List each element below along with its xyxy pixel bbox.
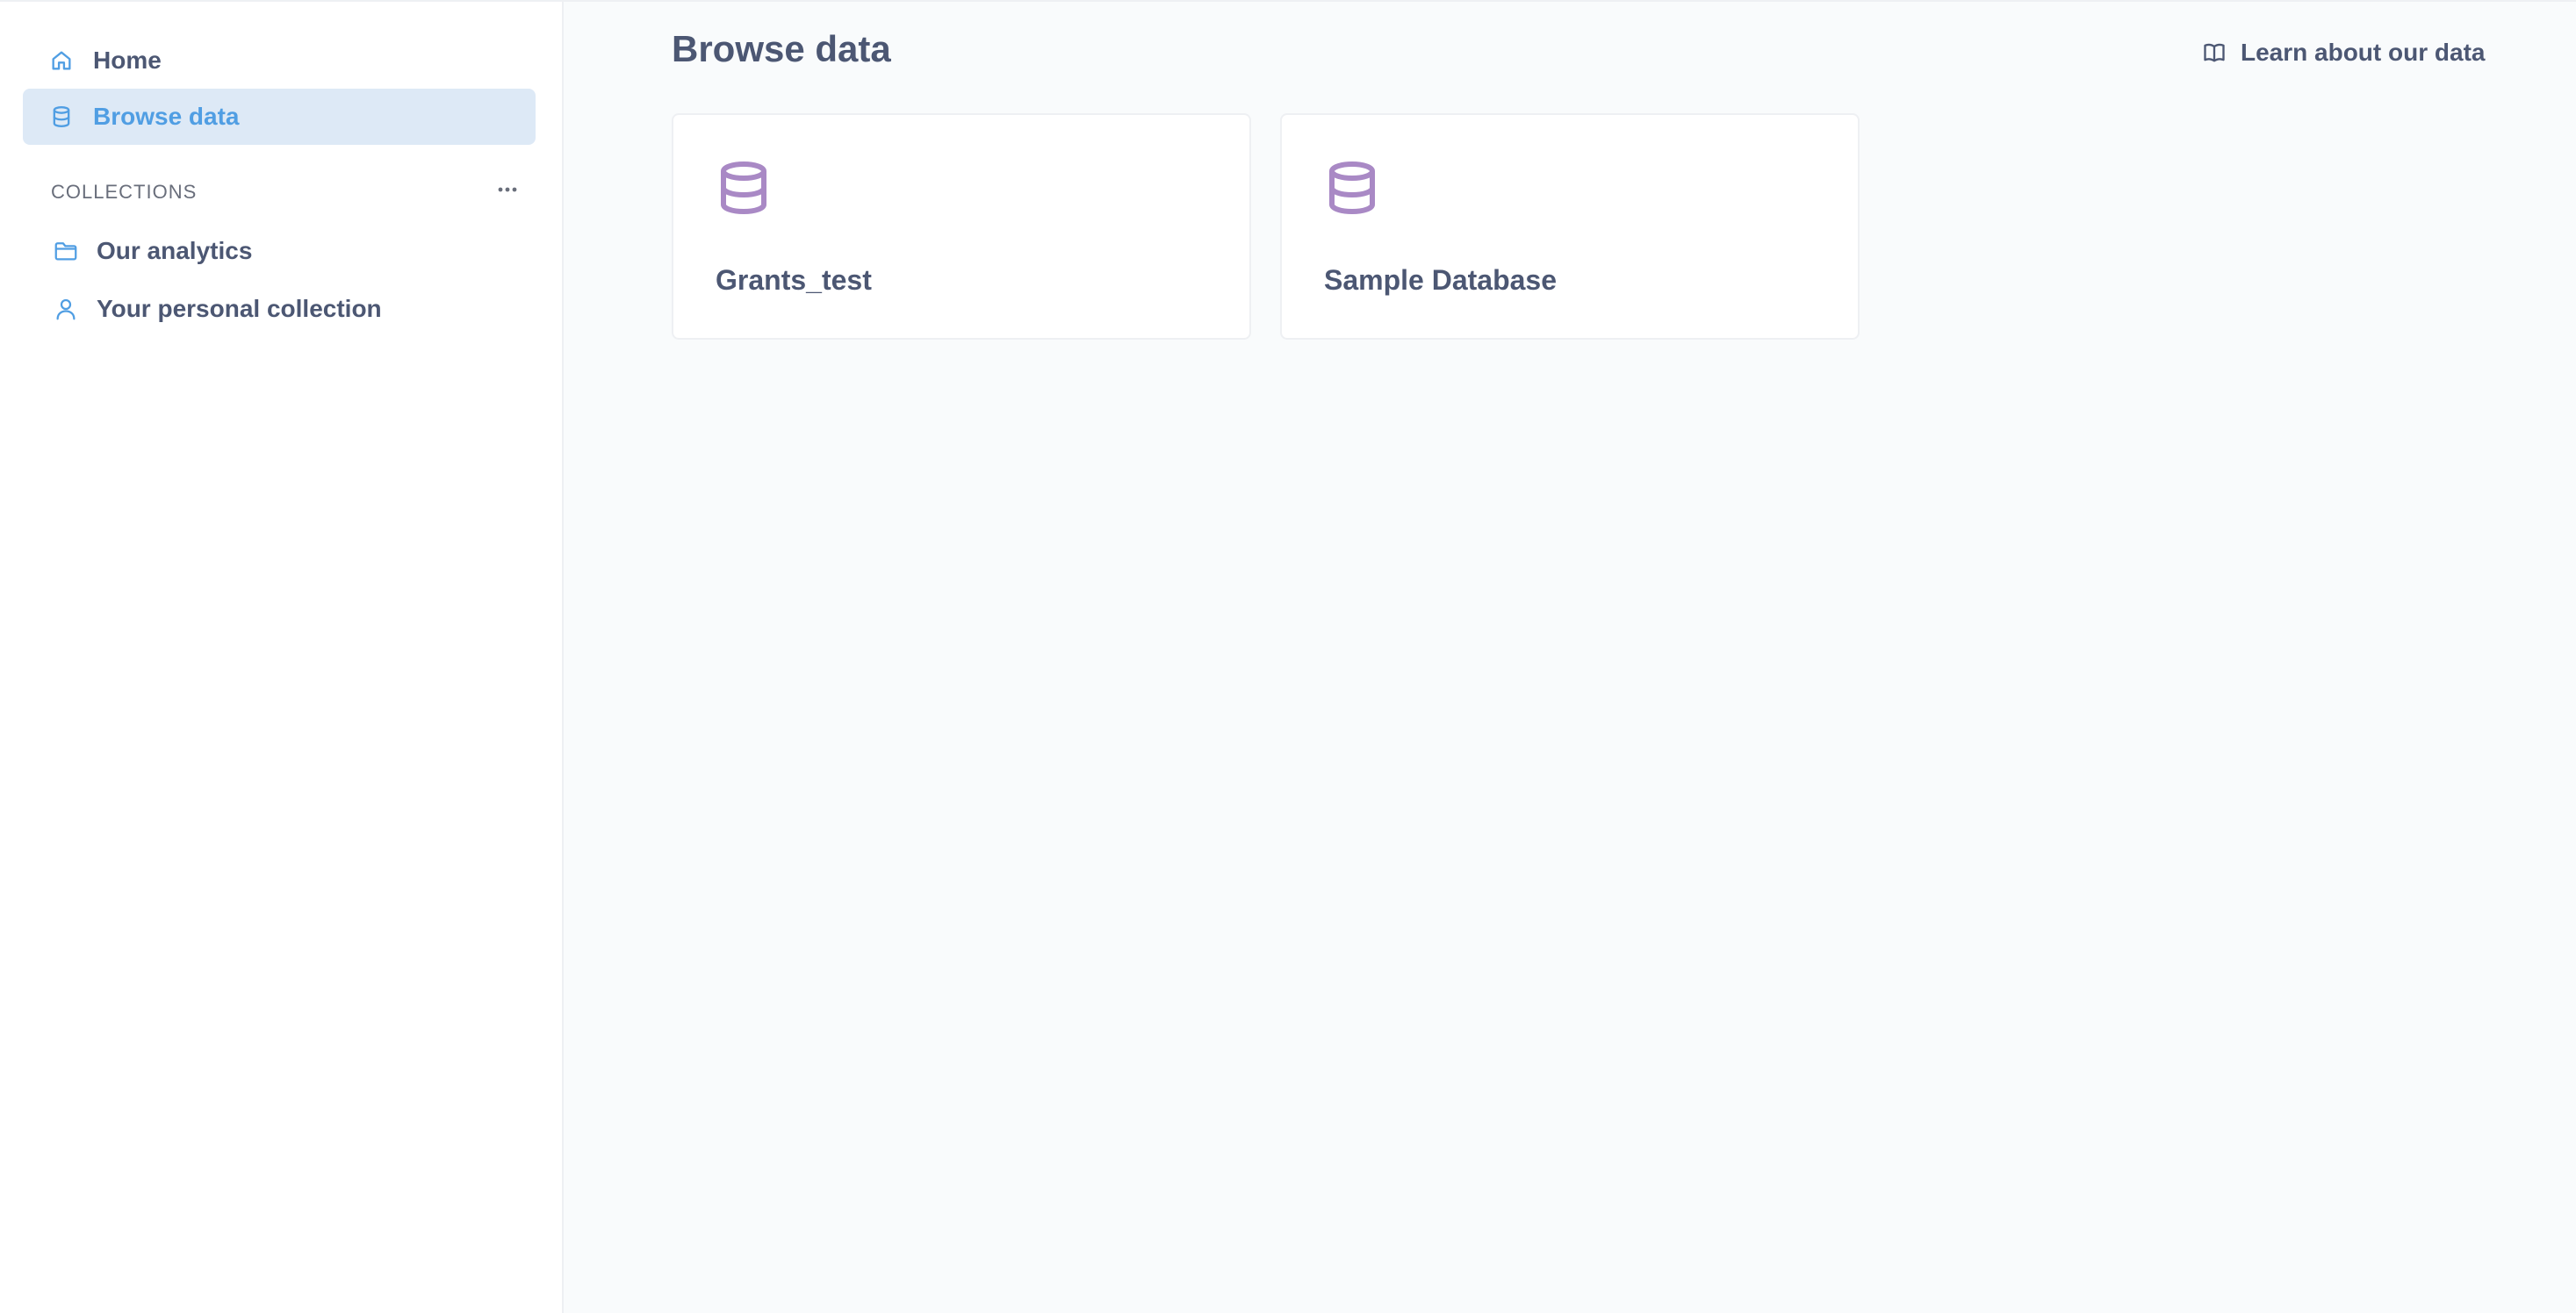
collection-item-our-analytics[interactable]: Our analytics [23, 225, 536, 277]
learn-about-data-link[interactable]: Learn about our data [2202, 37, 2485, 68]
database-icon [53, 105, 70, 128]
collection-item-label: Our analytics [97, 237, 253, 264]
sidebar-item-browse-data[interactable]: Browse data [23, 89, 536, 145]
sidebar-item-home[interactable]: Home [23, 32, 536, 89]
database-card-grants-test[interactable]: Grants_test [672, 113, 1251, 340]
home-icon [52, 51, 71, 70]
more-options-icon[interactable] [493, 176, 522, 204]
database-icon [721, 161, 766, 215]
database-icon [1329, 161, 1375, 215]
folder-icon [54, 242, 77, 261]
database-card-sample-database[interactable]: Sample Database [1280, 113, 1860, 340]
sidebar-item-label: Browse data [93, 103, 240, 130]
database-card-title: Sample Database [1324, 264, 1558, 296]
page-title: Browse data [672, 28, 891, 69]
main-content: Browse data Learn about our data Grants_… [565, 2, 2576, 1313]
book-icon [2204, 43, 2225, 62]
sidebar: Home Browse data COLLECTIONS Our analyti… [0, 2, 564, 1313]
person-icon [56, 298, 76, 320]
database-card-title: Grants_test [716, 264, 872, 296]
learn-link-label: Learn about our data [2241, 39, 2486, 66]
sidebar-item-label: Home [93, 47, 162, 74]
app-window: Home Browse data COLLECTIONS Our analyti… [0, 0, 2576, 1313]
collection-item-label: Your personal collection [97, 295, 382, 322]
collections-header: COLLECTIONS [51, 181, 198, 203]
collection-item-personal[interactable]: Your personal collection [23, 283, 536, 335]
